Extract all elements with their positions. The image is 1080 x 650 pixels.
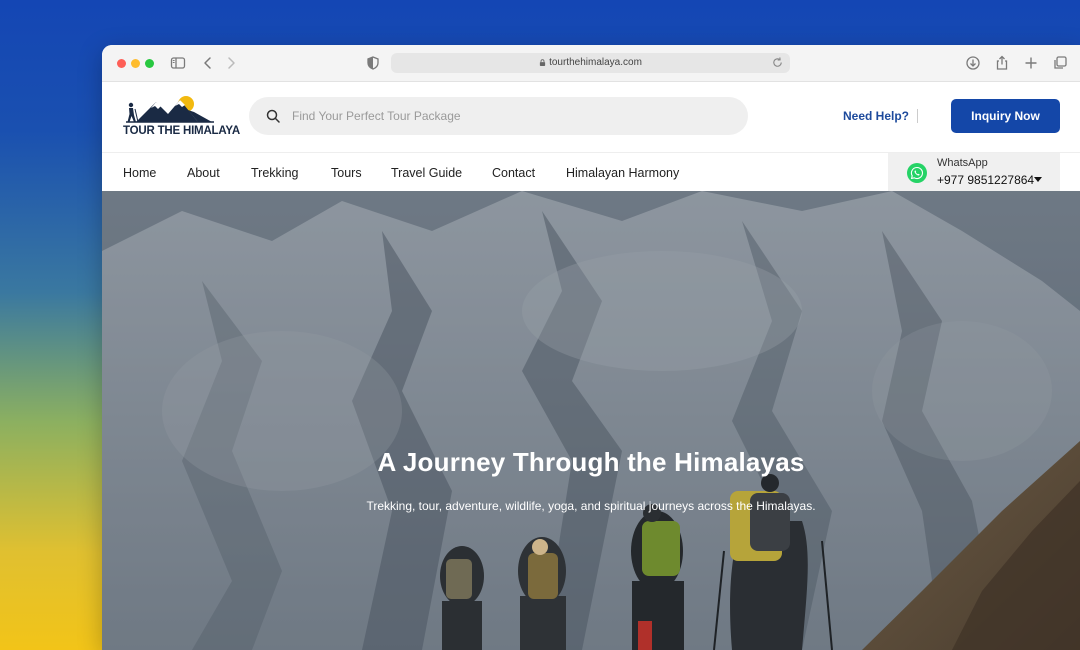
search-icon	[266, 109, 280, 123]
nav-item-trekking[interactable]: Trekking	[251, 153, 298, 193]
url-text: tourthehimalaya.com	[549, 57, 642, 68]
header-divider	[917, 109, 918, 123]
logo-text: TOUR THE HIMALAYA	[123, 125, 240, 137]
download-icon[interactable]	[964, 54, 982, 72]
whatsapp-contact[interactable]: WhatsApp +977 9851227864	[888, 153, 1060, 193]
hero-subtitle: Trekking, tour, adventure, wildlife, yog…	[366, 499, 816, 513]
maximize-window-button[interactable]	[145, 59, 154, 68]
search-input[interactable]: Find Your Perfect Tour Package	[249, 97, 748, 135]
nav-item-tours[interactable]: Tours	[331, 153, 362, 193]
site-header: TOUR THE HIMALAYA Find Your Perfect Tour…	[102, 82, 1080, 152]
close-window-button[interactable]	[117, 59, 126, 68]
tab-overview-icon[interactable]	[1051, 54, 1069, 72]
sidebar-icon[interactable]	[169, 54, 187, 72]
nav-item-himalayan-harmony[interactable]: Himalayan Harmony	[566, 153, 679, 193]
whatsapp-phone: +977 9851227864	[937, 173, 1035, 187]
need-help-link[interactable]: Need Help?	[843, 109, 909, 123]
search-placeholder: Find Your Perfect Tour Package	[292, 109, 461, 123]
whatsapp-label: WhatsApp	[937, 157, 988, 169]
privacy-shield-icon[interactable]	[364, 54, 382, 72]
site-logo[interactable]: TOUR THE HIMALAYA	[122, 94, 240, 142]
reload-icon[interactable]	[771, 56, 784, 69]
forward-icon[interactable]	[222, 54, 240, 72]
new-tab-icon[interactable]	[1022, 54, 1040, 72]
chevron-down-icon[interactable]	[1034, 177, 1042, 182]
hero-banner: A Journey Through the Himalayas Trekking…	[102, 191, 1080, 650]
whatsapp-icon	[907, 163, 927, 183]
back-icon[interactable]	[199, 54, 217, 72]
nav-item-about[interactable]: About	[187, 153, 220, 193]
nav-item-contact[interactable]: Contact	[492, 153, 535, 193]
browser-window: tourthehimalaya.com TOUR THE HIMALAYA Fi…	[102, 45, 1080, 650]
lock-icon	[539, 59, 546, 66]
main-nav: Home About Trekking Tours Travel Guide C…	[102, 152, 1080, 193]
browser-toolbar: tourthehimalaya.com	[102, 45, 1080, 82]
mountain-logo-icon	[126, 96, 214, 123]
inquiry-now-button[interactable]: Inquiry Now	[951, 99, 1060, 133]
nav-item-travel-guide[interactable]: Travel Guide	[391, 153, 462, 193]
address-bar[interactable]: tourthehimalaya.com	[391, 53, 790, 73]
minimize-window-button[interactable]	[131, 59, 140, 68]
nav-item-home[interactable]: Home	[123, 153, 156, 193]
hero-mountain-image	[102, 191, 1080, 650]
share-icon[interactable]	[993, 54, 1011, 72]
hero-title: A Journey Through the Himalayas	[377, 447, 805, 477]
